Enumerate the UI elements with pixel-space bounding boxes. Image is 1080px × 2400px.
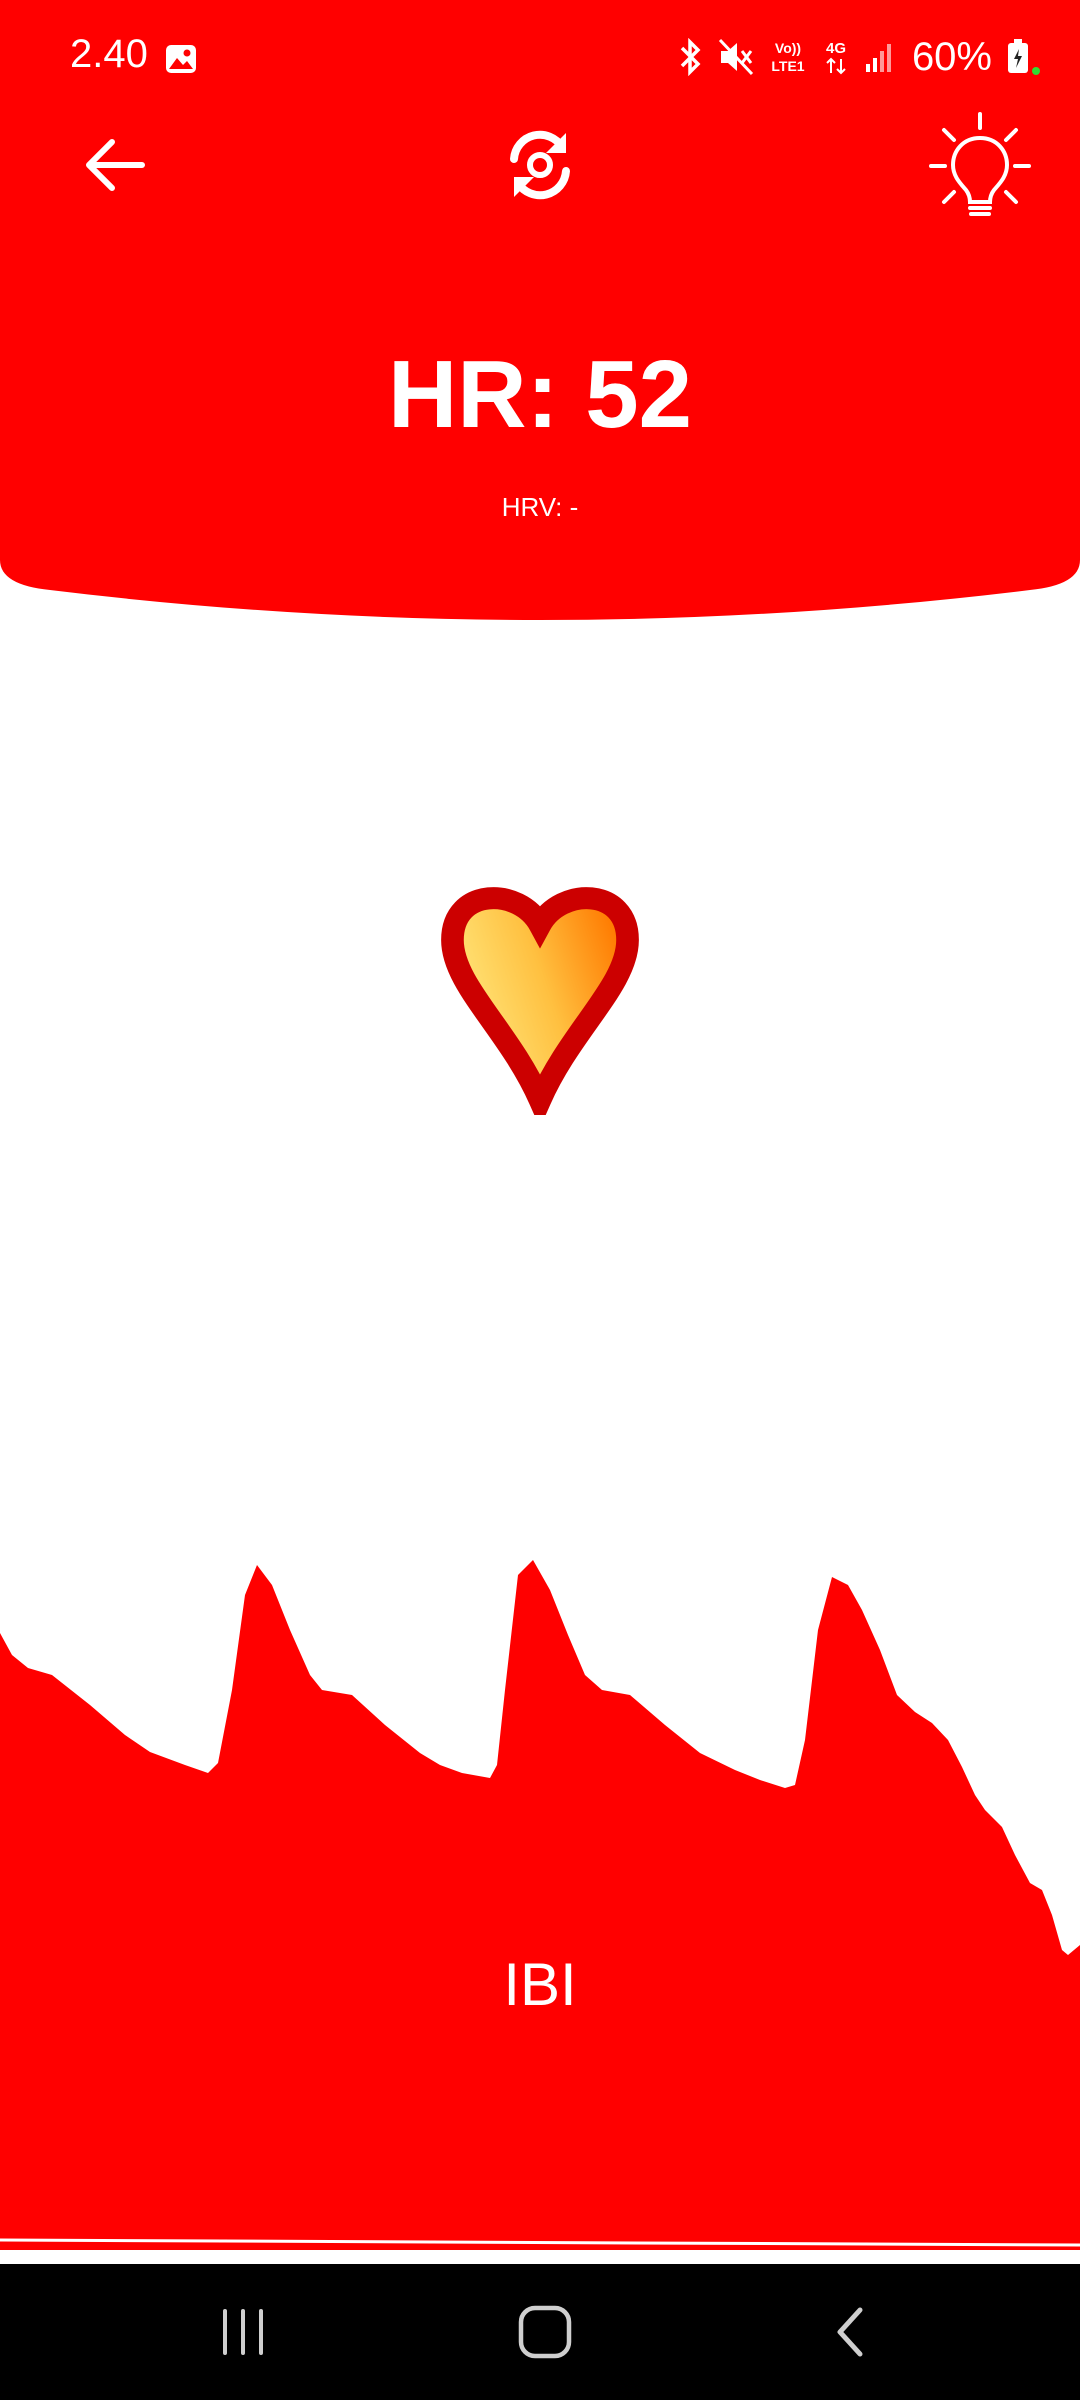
navigation-bar xyxy=(0,2264,1080,2400)
hrv-value: HRV: - xyxy=(501,492,579,522)
heart-indicator xyxy=(415,885,665,1128)
mute-icon xyxy=(718,38,754,76)
svg-text:LTE1: LTE1 xyxy=(771,58,804,74)
sync-icon xyxy=(510,130,570,200)
status-time: 2.40 xyxy=(70,32,148,76)
svg-text:Vo)): Vo)) xyxy=(775,40,801,56)
battery-icon xyxy=(1008,39,1040,75)
heart-rate-value: HR: 52 xyxy=(387,341,693,448)
svg-text:4G: 4G xyxy=(826,40,846,57)
network-4g-icon: 4G xyxy=(826,40,846,75)
battery-percent: 60% xyxy=(911,34,992,79)
lightbulb-icon xyxy=(929,112,1031,216)
status-icons: Vo)) LTE1 4G 60% xyxy=(676,32,1040,82)
back-button[interactable] xyxy=(60,110,170,220)
arrow-left-icon xyxy=(86,139,145,191)
recent-apps-button[interactable] xyxy=(183,2284,303,2380)
back-nav-icon xyxy=(837,2307,863,2357)
bluetooth-icon xyxy=(680,38,701,76)
ibi-label: IBI xyxy=(503,1951,577,2018)
recent-apps-icon xyxy=(223,2309,263,2355)
back-nav-button[interactable] xyxy=(790,2284,910,2380)
ibi-graph xyxy=(0,1560,1080,2250)
volte-icon: Vo)) LTE1 xyxy=(771,40,804,74)
signal-icon xyxy=(865,44,891,72)
light-button[interactable] xyxy=(925,110,1035,220)
heart-icon xyxy=(441,887,639,1128)
home-button[interactable] xyxy=(485,2284,605,2380)
sync-button[interactable] xyxy=(485,110,595,220)
status-bar: 2.40 Vo)) LTE1 4G 60% xyxy=(0,0,1080,110)
ibi-waveform xyxy=(0,1560,1080,2250)
gallery-icon xyxy=(166,45,196,73)
home-icon xyxy=(518,2305,572,2359)
